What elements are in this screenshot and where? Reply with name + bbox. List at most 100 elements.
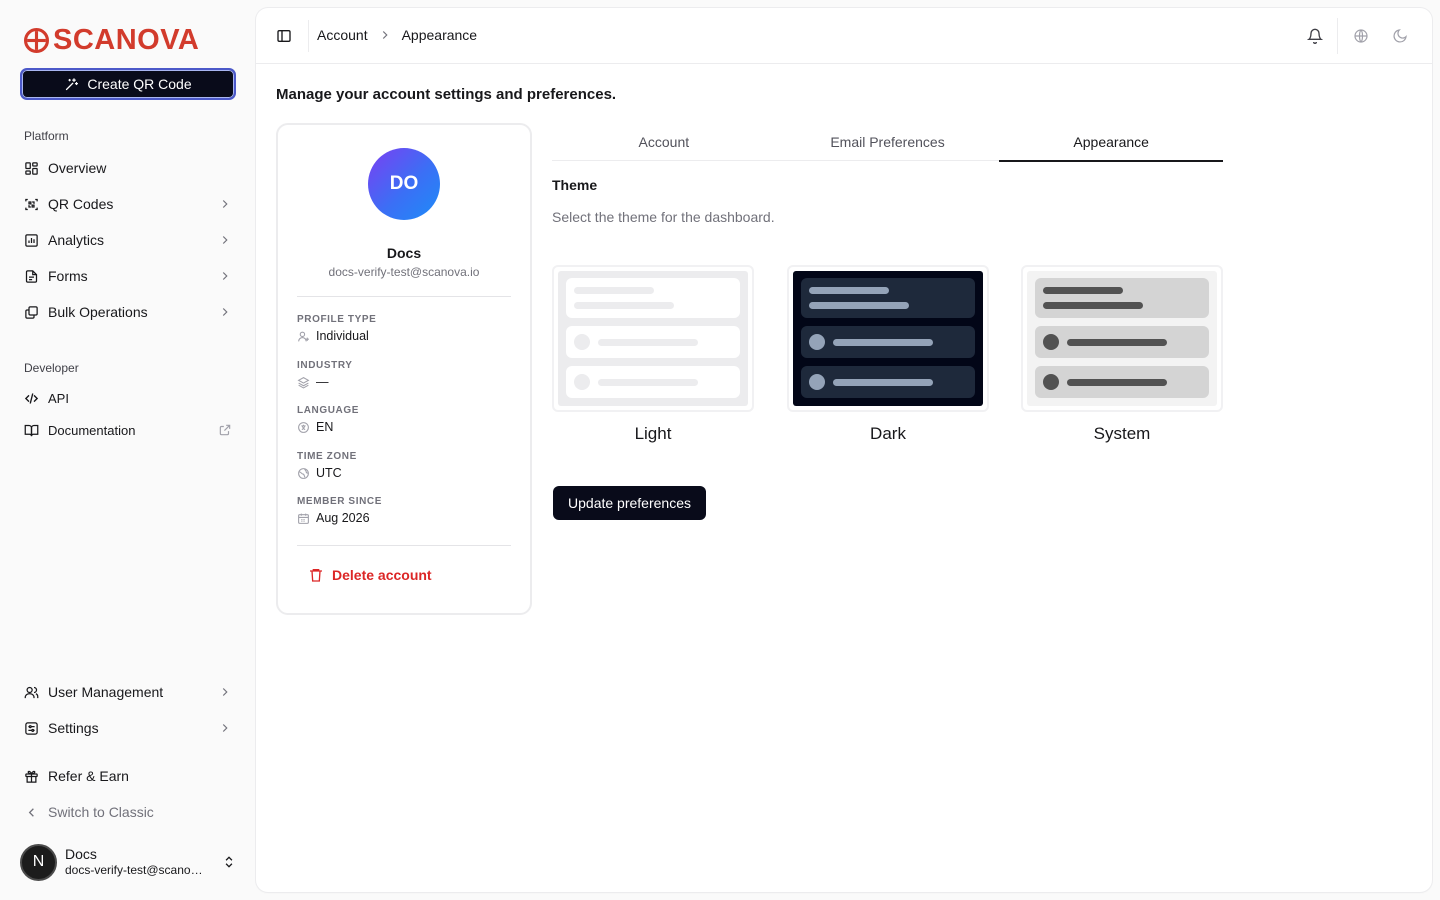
sidebar-item-documentation[interactable]: Documentation: [16, 416, 240, 444]
profile-field-member-since: MEMBER SINCE Aug 2026: [297, 496, 382, 525]
theme-preview-system: [1021, 265, 1223, 412]
tab-account[interactable]: Account: [552, 123, 776, 161]
bell-icon[interactable]: [1306, 28, 1324, 44]
preview-card: [566, 278, 740, 318]
field-value: UTC: [316, 466, 342, 480]
user-email: docs-verify-test@scanova.io: [65, 863, 207, 877]
form-icon: [24, 269, 39, 284]
code-icon: [24, 391, 39, 406]
page-title: Manage your account settings and prefere…: [276, 86, 617, 103]
language-icon[interactable]: [1353, 28, 1369, 44]
field-label: PROFILE TYPE: [297, 314, 377, 325]
settings-icon: [24, 721, 39, 736]
profile-field-timezone: TIME ZONE UTC: [297, 451, 357, 480]
sidebar-item-label: Forms: [48, 268, 88, 284]
theme-preview-light: [552, 265, 754, 412]
sidebar-item-user-management[interactable]: User Management: [16, 676, 240, 708]
language-icon: [297, 421, 310, 434]
field-value: —: [316, 375, 329, 389]
theme-subtitle: Select the theme for the dashboard.: [552, 209, 775, 225]
sidebar-item-refer-earn[interactable]: Refer & Earn: [16, 760, 240, 792]
sidebar-item-forms[interactable]: Forms: [16, 260, 240, 292]
theme-label: Dark: [870, 424, 906, 443]
globe-icon: [297, 467, 310, 480]
user-menu[interactable]: N Docs docs-verify-test@scanova.io: [16, 838, 240, 886]
avatar: N: [20, 843, 57, 881]
grid-icon: [24, 161, 39, 176]
preview-row: [566, 326, 740, 358]
sidebar-item-label: Settings: [48, 720, 99, 736]
topbar-divider: [308, 20, 309, 52]
chevron-right-icon: [218, 305, 232, 319]
theme-option-dark[interactable]: Dark: [787, 265, 989, 444]
chart-icon: [24, 233, 39, 248]
field-label: MEMBER SINCE: [297, 496, 382, 507]
sidebar-item-label: Refer & Earn: [48, 768, 129, 784]
create-qr-code-button[interactable]: Create QR Code: [20, 68, 236, 100]
preview-row: [801, 366, 975, 398]
sidebar-item-analytics[interactable]: Analytics: [16, 224, 240, 256]
sidebar-item-label: Bulk Operations: [48, 304, 148, 320]
create-qr-code-label: Create QR Code: [87, 76, 192, 92]
layers-icon: [297, 376, 310, 389]
chevron-right-icon: [378, 28, 392, 42]
breadcrumb-account[interactable]: Account: [317, 27, 368, 43]
preview-row: [801, 326, 975, 358]
calendar-icon: [297, 512, 310, 525]
sidebar-item-label: API: [48, 390, 69, 406]
sidebar-item-overview[interactable]: Overview: [16, 152, 240, 184]
divider: [297, 296, 511, 297]
sidebar-item-settings[interactable]: Settings: [16, 712, 240, 744]
preview-card: [1035, 278, 1209, 318]
topbar: Account Appearance: [256, 8, 1432, 64]
field-label: TIME ZONE: [297, 451, 357, 462]
sidebar-item-bulk-operations[interactable]: Bulk Operations: [16, 296, 240, 328]
theme-label: System: [1093, 424, 1151, 443]
chevron-right-icon: [218, 685, 232, 699]
sidebar-item-label: QR Codes: [48, 196, 114, 212]
sparkles-icon: [66, 77, 79, 90]
profile-email: docs-verify-test@scanova.io: [328, 265, 480, 279]
profile-card: DO Docs docs-verify-test@scanova.io PROF…: [276, 123, 532, 615]
preview-row: [1035, 366, 1209, 398]
field-label: INDUSTRY: [297, 360, 353, 371]
moon-icon[interactable]: [1392, 28, 1408, 44]
profile-name: Docs: [386, 245, 422, 261]
field-value: Aug 2026: [316, 511, 370, 525]
sidebar-item-qr-codes[interactable]: QR Codes: [16, 188, 240, 220]
field-value: Individual: [316, 329, 369, 343]
profile-field-industry: INDUSTRY —: [297, 360, 353, 389]
tab-email-preferences[interactable]: Email Preferences: [776, 123, 1000, 161]
brand-logo[interactable]: SCANOVA: [24, 24, 199, 56]
developer-group-label: Developer: [24, 361, 79, 375]
preview-row: [1035, 326, 1209, 358]
topbar-divider: [1337, 18, 1338, 54]
preview-background: [793, 271, 983, 406]
update-preferences-button[interactable]: Update preferences: [553, 486, 706, 520]
theme-option-light[interactable]: Light: [552, 265, 754, 444]
theme-preview-dark: [787, 265, 989, 412]
qr-scan-icon: [24, 197, 39, 212]
theme-title: Theme: [552, 177, 598, 193]
sidebar-item-switch-classic[interactable]: Switch to Classic: [16, 796, 240, 828]
sidebar-item-label: Overview: [48, 160, 107, 176]
chevrons-up-down-icon: [222, 855, 236, 869]
delete-account-button[interactable]: Delete account: [308, 567, 432, 583]
sidebar-item-label: User Management: [48, 684, 164, 700]
logo-mark-icon: [24, 27, 49, 53]
toggle-sidebar-icon[interactable]: [276, 28, 292, 44]
main-panel: Account Appearance Manage your account s…: [256, 8, 1432, 892]
divider: [297, 545, 511, 546]
sidebar-item-api[interactable]: API: [16, 384, 240, 412]
user-info: Docs docs-verify-test@scanova.io: [65, 846, 207, 878]
preview-row: [566, 366, 740, 398]
chevron-right-icon: [218, 233, 232, 247]
book-icon: [24, 423, 39, 438]
chevron-right-icon: [218, 721, 232, 735]
tab-appearance[interactable]: Appearance: [999, 123, 1224, 162]
settings-tabs: Account Email Preferences Appearance: [552, 123, 1224, 162]
theme-option-system[interactable]: System: [1021, 265, 1223, 444]
external-link-icon: [218, 423, 232, 437]
user-name: Docs: [65, 846, 97, 862]
preview-card: [801, 278, 975, 318]
